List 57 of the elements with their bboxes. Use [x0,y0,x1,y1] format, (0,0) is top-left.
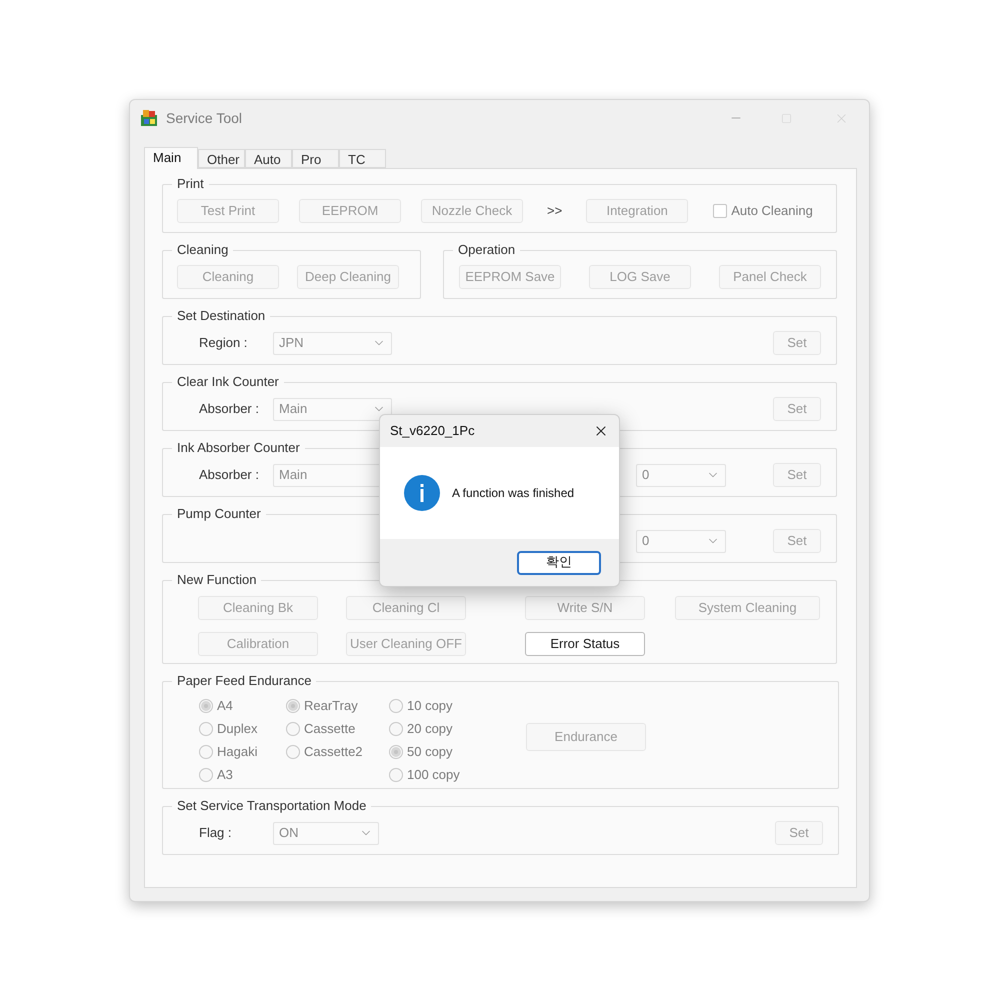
dialog-title: St_v6220_1Pc [390,422,475,440]
dialog-message: A function was finished [452,485,574,502]
radio-button[interactable] [199,744,213,758]
radio-button[interactable] [389,722,403,736]
radio-label: 10 copy [407,696,453,715]
radio-label: 50 copy [407,742,453,761]
checkbox[interactable] [713,204,728,218]
group-title: Paper Feed Endurance [176,674,312,688]
dropdown-field[interactable]: 0 [636,530,726,552]
group-title: Clear Ink Counter [176,375,280,389]
window-title: Service Tool [166,108,242,128]
group-title: Operation [457,243,516,257]
group-title: Set Destination [176,309,266,323]
maximize-icon[interactable] [781,112,792,124]
group-title: Ink Absorber Counter [176,441,301,455]
tab[interactable]: TC [339,149,386,168]
radio-button[interactable] [199,698,213,712]
radio-label: Duplex [217,720,258,738]
field-label: Flag : [199,824,233,842]
group-title: Set Service Transportation Mode [176,799,368,813]
radio-label: Cassette [304,720,356,738]
field-label: Absorber : [199,400,260,418]
radio-button[interactable] [199,768,213,782]
group-title: Print [176,177,205,191]
checkbox-label: Auto Cleaning [731,202,813,220]
action-button[interactable]: Error Status [525,632,645,656]
radio-button[interactable] [389,744,403,758]
dropdown-field[interactable]: ON [273,822,379,844]
radio-label: Hagaki [217,742,258,761]
tab[interactable]: Auto [245,149,292,168]
radio-label: RearTray [304,696,358,715]
tab[interactable]: Other [198,149,245,168]
radio-button[interactable] [389,768,403,782]
group-title: New Function [176,573,258,587]
radio-button[interactable] [286,744,300,758]
radio-label: 100 copy [407,766,460,784]
ok-button[interactable]: 확인 [517,550,601,574]
group-title: Pump Counter [176,507,262,521]
field-label: Region : [199,334,248,352]
radio-label: A3 [217,766,233,784]
radio-button[interactable] [389,698,403,712]
dropdown-field[interactable]: 0 [636,464,726,486]
radio-label: A4 [217,696,233,715]
radio-label: Cassette2 [304,742,363,761]
tab[interactable]: Pro [292,149,339,168]
dropdown-field[interactable]: JPN [273,332,392,354]
app-icon [140,109,158,127]
tab[interactable]: Main [144,147,198,169]
radio-button[interactable] [286,698,300,712]
radio-button[interactable] [199,722,213,736]
field-label: Absorber : [199,466,260,484]
dropdown-field[interactable]: Main [273,398,392,420]
info-icon [403,474,441,512]
group-title: Cleaning [176,243,230,257]
forward-marker: >> [546,202,564,220]
radio-label: 20 copy [407,720,453,738]
radio-button[interactable] [286,722,300,736]
